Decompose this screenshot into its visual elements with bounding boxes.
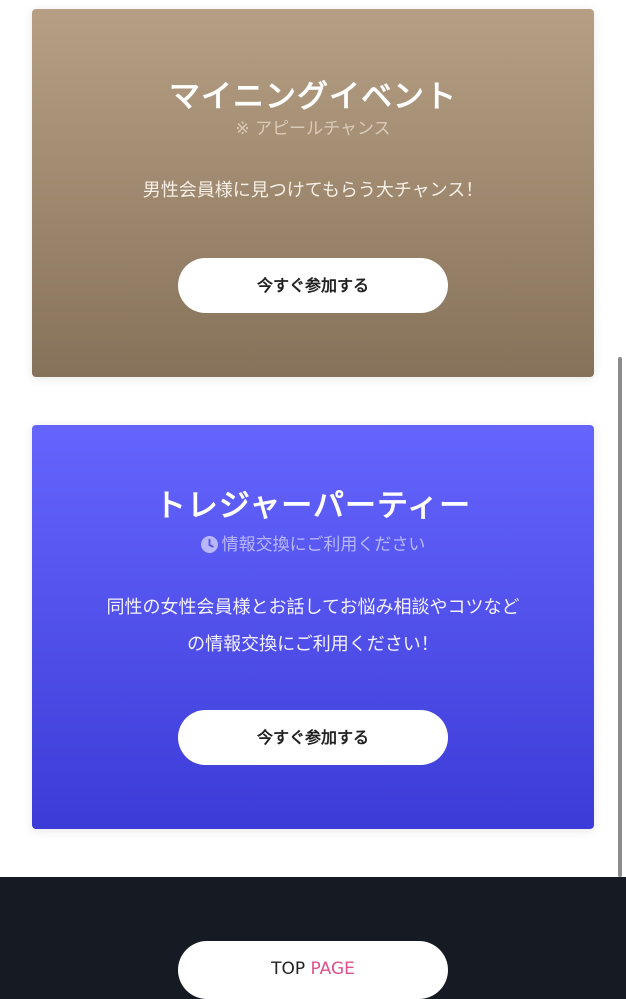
top-page-label-top: TOP <box>271 959 306 979</box>
treasure-party-subtitle: 情報交換にご利用ください <box>32 533 594 557</box>
mining-event-title: マイニングイベント <box>169 79 457 115</box>
treasure-join-button[interactable]: 今すぐ参加する <box>178 710 448 765</box>
treasure-party-title: トレジャーパーティー <box>154 488 472 524</box>
mining-event-card: マイニングイベント ※ アピールチャンス 男性会員様に見つけてもらう大チャンス！… <box>32 9 594 377</box>
treasure-party-subtitle-text: 情報交換にご利用ください <box>221 535 426 555</box>
footer: TOP PAGE <box>0 877 626 999</box>
treasure-party-card: トレジャーパーティー 情報交換にご利用ください 同性の女性会員様とお話してお悩み… <box>32 425 594 829</box>
mining-event-subtitle: ※ アピールチャンス <box>235 119 391 139</box>
scrollbar[interactable] <box>618 357 622 877</box>
mining-join-button[interactable]: 今すぐ参加する <box>178 258 448 313</box>
treasure-party-description-line-2: の情報交換にご利用ください！ <box>187 634 439 655</box>
mining-event-description: 男性会員様に見つけてもらう大チャンス！ <box>142 180 484 201</box>
treasure-party-description: 同性の女性会員様とお話してお悩み相談やコツなど の情報交換にご利用ください！ <box>62 589 564 663</box>
clock-icon <box>200 536 218 553</box>
top-page-label-page: PAGE <box>310 959 355 979</box>
treasure-party-description-line-1: 同性の女性会員様とお話してお悩み相談やコツなど <box>106 597 520 618</box>
top-page-button[interactable]: TOP PAGE <box>178 941 448 999</box>
